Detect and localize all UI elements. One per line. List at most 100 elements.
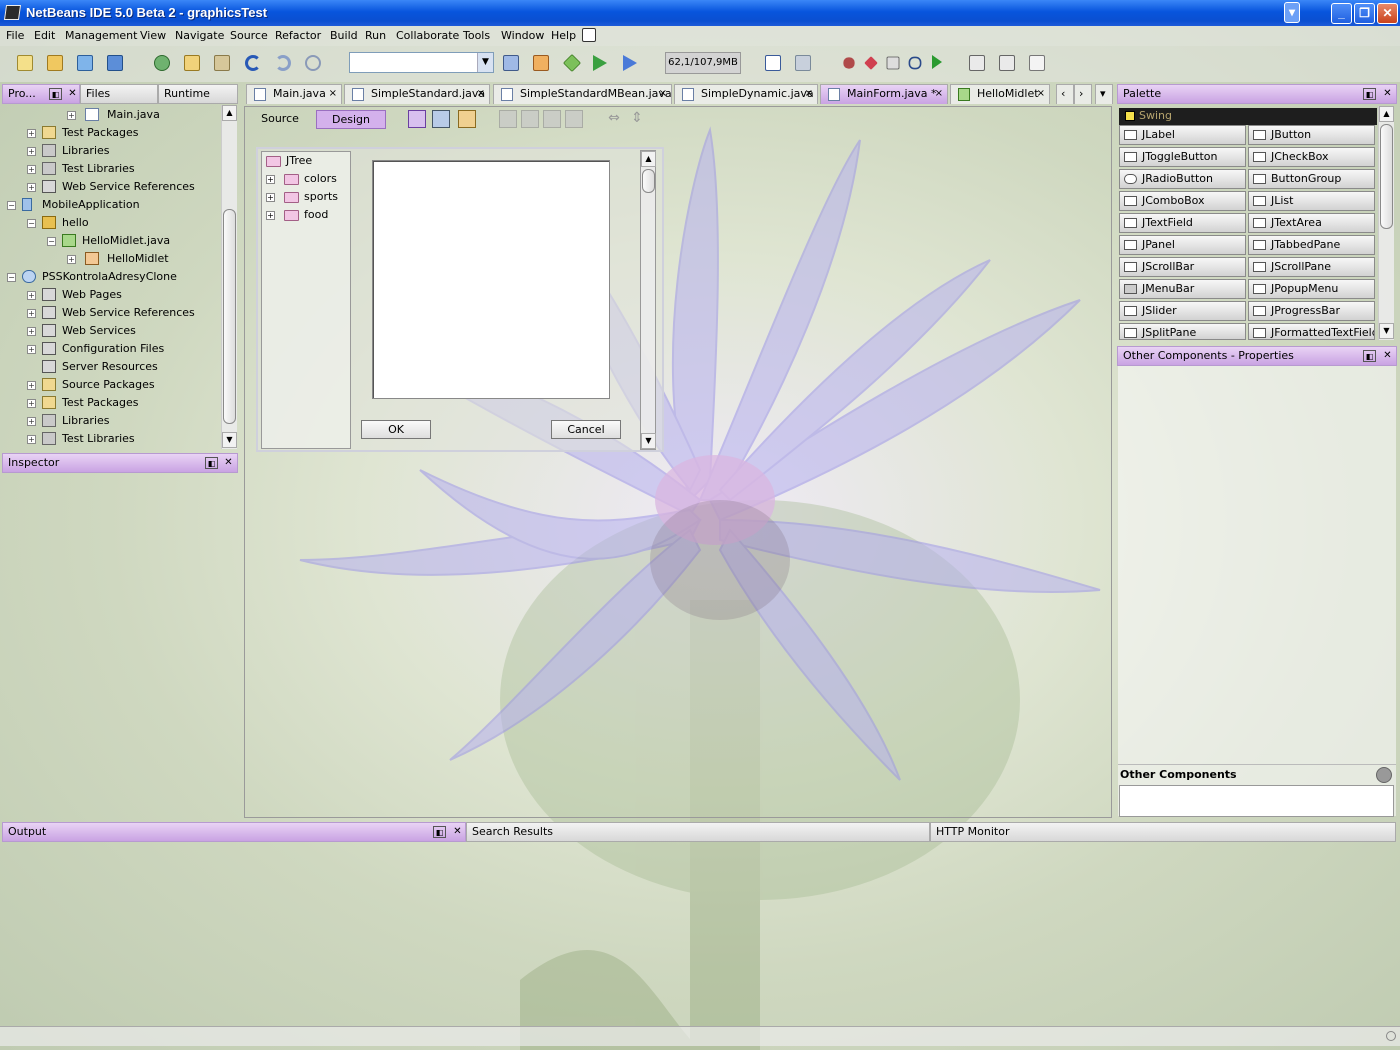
chevron-down-icon[interactable]: ▼ bbox=[477, 53, 493, 72]
expand-icon[interactable]: + bbox=[266, 193, 275, 202]
tab-list-dropdown-icon[interactable]: ▾ bbox=[1095, 84, 1113, 104]
menu-build[interactable]: Build bbox=[330, 29, 358, 42]
resize-horizontal-icon[interactable]: ⇔ bbox=[605, 110, 623, 128]
palette-item-jpopupmenu[interactable]: JPopupMenu bbox=[1248, 279, 1375, 299]
resume-icon[interactable] bbox=[926, 52, 948, 74]
collapse-icon[interactable]: − bbox=[7, 201, 16, 210]
close-icon[interactable]: ✕ bbox=[1381, 88, 1394, 100]
expand-icon[interactable]: + bbox=[27, 183, 36, 192]
monitor-icon[interactable] bbox=[1026, 52, 1048, 74]
inspector-header[interactable]: Inspector ◧ ✕ bbox=[2, 453, 238, 473]
properties-sheet[interactable] bbox=[1118, 366, 1396, 816]
expand-icon[interactable]: + bbox=[27, 129, 36, 138]
resize-grip-icon[interactable] bbox=[1386, 1031, 1396, 1041]
configuration-combo[interactable]: ▼ bbox=[349, 52, 494, 73]
palette-item-jcombobox[interactable]: JComboBox bbox=[1119, 191, 1246, 211]
menu-navigate[interactable]: Navigate bbox=[175, 29, 224, 42]
tab-files[interactable]: Files bbox=[80, 84, 158, 104]
palette-item-jtogglebutton[interactable]: JToggleButton bbox=[1119, 147, 1246, 167]
jscrollbar-component[interactable]: ▲ ▼ bbox=[640, 150, 656, 450]
palette-item-jtextarea[interactable]: JTextArea bbox=[1248, 213, 1375, 233]
attach-icon[interactable] bbox=[792, 52, 814, 74]
minimize-window-icon[interactable]: ◧ bbox=[1363, 350, 1376, 362]
tab-main-java[interactable]: Main.java × bbox=[246, 84, 342, 104]
expand-icon[interactable]: + bbox=[27, 417, 36, 426]
undo-icon[interactable] bbox=[242, 52, 264, 74]
scroll-up-icon[interactable]: ▲ bbox=[641, 151, 656, 167]
scroll-down-icon[interactable]: ▼ bbox=[222, 432, 237, 448]
redo-icon[interactable] bbox=[272, 52, 294, 74]
palette-item-jscrollpane[interactable]: JScrollPane bbox=[1248, 257, 1375, 277]
close-button[interactable]: ✕ bbox=[1377, 3, 1398, 24]
align-top-icon[interactable] bbox=[565, 110, 583, 128]
palette-item-jcheckbox[interactable]: JCheckBox bbox=[1248, 147, 1375, 167]
help-icon[interactable] bbox=[1376, 767, 1392, 783]
minimize-window-icon[interactable]: ◧ bbox=[205, 457, 218, 469]
expand-icon[interactable]: + bbox=[67, 255, 76, 264]
collapse-icon[interactable]: − bbox=[7, 273, 16, 282]
scroll-tabs-right-icon[interactable]: › bbox=[1074, 84, 1092, 104]
expand-icon[interactable]: + bbox=[67, 111, 76, 120]
menu-window[interactable]: Window bbox=[501, 29, 544, 42]
palette-item-jmenubar[interactable]: JMenuBar bbox=[1119, 279, 1246, 299]
scroll-down-icon[interactable]: ▼ bbox=[641, 433, 656, 449]
restore-button[interactable]: ❐ bbox=[1354, 3, 1375, 24]
minimize-window-icon[interactable]: ◧ bbox=[49, 88, 62, 100]
menu-view[interactable]: View bbox=[140, 29, 166, 42]
close-icon[interactable]: × bbox=[935, 85, 943, 103]
scroll-up-icon[interactable]: ▲ bbox=[1379, 106, 1394, 122]
cut-icon[interactable] bbox=[151, 52, 173, 74]
search-results-header[interactable]: Search Results bbox=[466, 822, 930, 842]
scroll-thumb[interactable] bbox=[223, 209, 236, 424]
align-right-icon[interactable] bbox=[521, 110, 539, 128]
collapse-icon[interactable]: − bbox=[47, 237, 56, 246]
tab-simpledynamic-java[interactable]: SimpleDynamic.java × bbox=[674, 84, 818, 104]
expand-icon[interactable]: + bbox=[27, 399, 36, 408]
preview-design-icon[interactable] bbox=[458, 110, 476, 128]
close-icon[interactable]: × bbox=[659, 85, 667, 103]
collapse-icon[interactable]: − bbox=[27, 219, 36, 228]
new-file-icon[interactable] bbox=[14, 52, 36, 74]
debug-icon[interactable] bbox=[590, 52, 612, 74]
save-all-icon[interactable] bbox=[104, 52, 126, 74]
minimize-window-icon[interactable]: ◧ bbox=[433, 826, 446, 838]
align-center-icon[interactable] bbox=[543, 110, 561, 128]
expand-icon[interactable]: + bbox=[27, 327, 36, 336]
stop-profiling-icon[interactable] bbox=[860, 52, 882, 74]
expand-icon[interactable]: + bbox=[27, 309, 36, 318]
menu-collaborate[interactable]: Collaborate bbox=[396, 29, 459, 42]
menu-refactor[interactable]: Refactor bbox=[275, 29, 321, 42]
menu-edit[interactable]: Edit bbox=[34, 29, 55, 42]
palette-item-jpanel[interactable]: JPanel bbox=[1119, 235, 1246, 255]
expand-icon[interactable]: + bbox=[27, 435, 36, 444]
scroll-thumb[interactable] bbox=[1380, 124, 1393, 229]
palette-item-jradiobutton[interactable]: JRadioButton bbox=[1119, 169, 1246, 189]
close-icon[interactable]: ✕ bbox=[222, 457, 235, 469]
jtree-component[interactable]: JTree + colors + sports + food bbox=[261, 151, 351, 449]
expand-icon[interactable]: + bbox=[27, 381, 36, 390]
tab-simplestandard-java[interactable]: SimpleStandard.java × bbox=[344, 84, 490, 104]
palette-item-jlabel[interactable]: JLabel bbox=[1119, 125, 1246, 145]
cancel-button[interactable]: Cancel bbox=[551, 420, 621, 439]
selection-mode-icon[interactable] bbox=[408, 110, 426, 128]
run-main-icon[interactable] bbox=[561, 52, 583, 74]
expand-icon[interactable]: + bbox=[27, 147, 36, 156]
run-midlet-icon[interactable] bbox=[996, 52, 1018, 74]
tab-projects[interactable]: Pro... ◧ ✕ bbox=[2, 84, 80, 104]
tree-scrollbar[interactable]: ▲ ▼ bbox=[221, 105, 237, 449]
search-icon[interactable] bbox=[582, 28, 596, 42]
build-project-icon[interactable] bbox=[500, 52, 522, 74]
tab-simplestandardmbean-java[interactable]: SimpleStandardMBean.java × bbox=[493, 84, 672, 104]
jtextarea-component[interactable] bbox=[372, 160, 610, 399]
tab-hellomidlet[interactable]: HelloMidlet × bbox=[950, 84, 1050, 104]
palette-scrollbar[interactable]: ▲ ▼ bbox=[1378, 106, 1394, 340]
deploy-icon[interactable] bbox=[966, 52, 988, 74]
resize-vertical-icon[interactable]: ⇕ bbox=[628, 110, 646, 128]
http-monitor-header[interactable]: HTTP Monitor bbox=[930, 822, 1396, 842]
open-project-icon[interactable] bbox=[74, 52, 96, 74]
scroll-thumb[interactable] bbox=[642, 169, 655, 193]
menu-file[interactable]: File bbox=[6, 29, 24, 42]
menu-management[interactable]: Management bbox=[65, 29, 137, 42]
palette-item-buttongroup[interactable]: ButtonGroup bbox=[1248, 169, 1375, 189]
expand-icon[interactable]: + bbox=[27, 165, 36, 174]
